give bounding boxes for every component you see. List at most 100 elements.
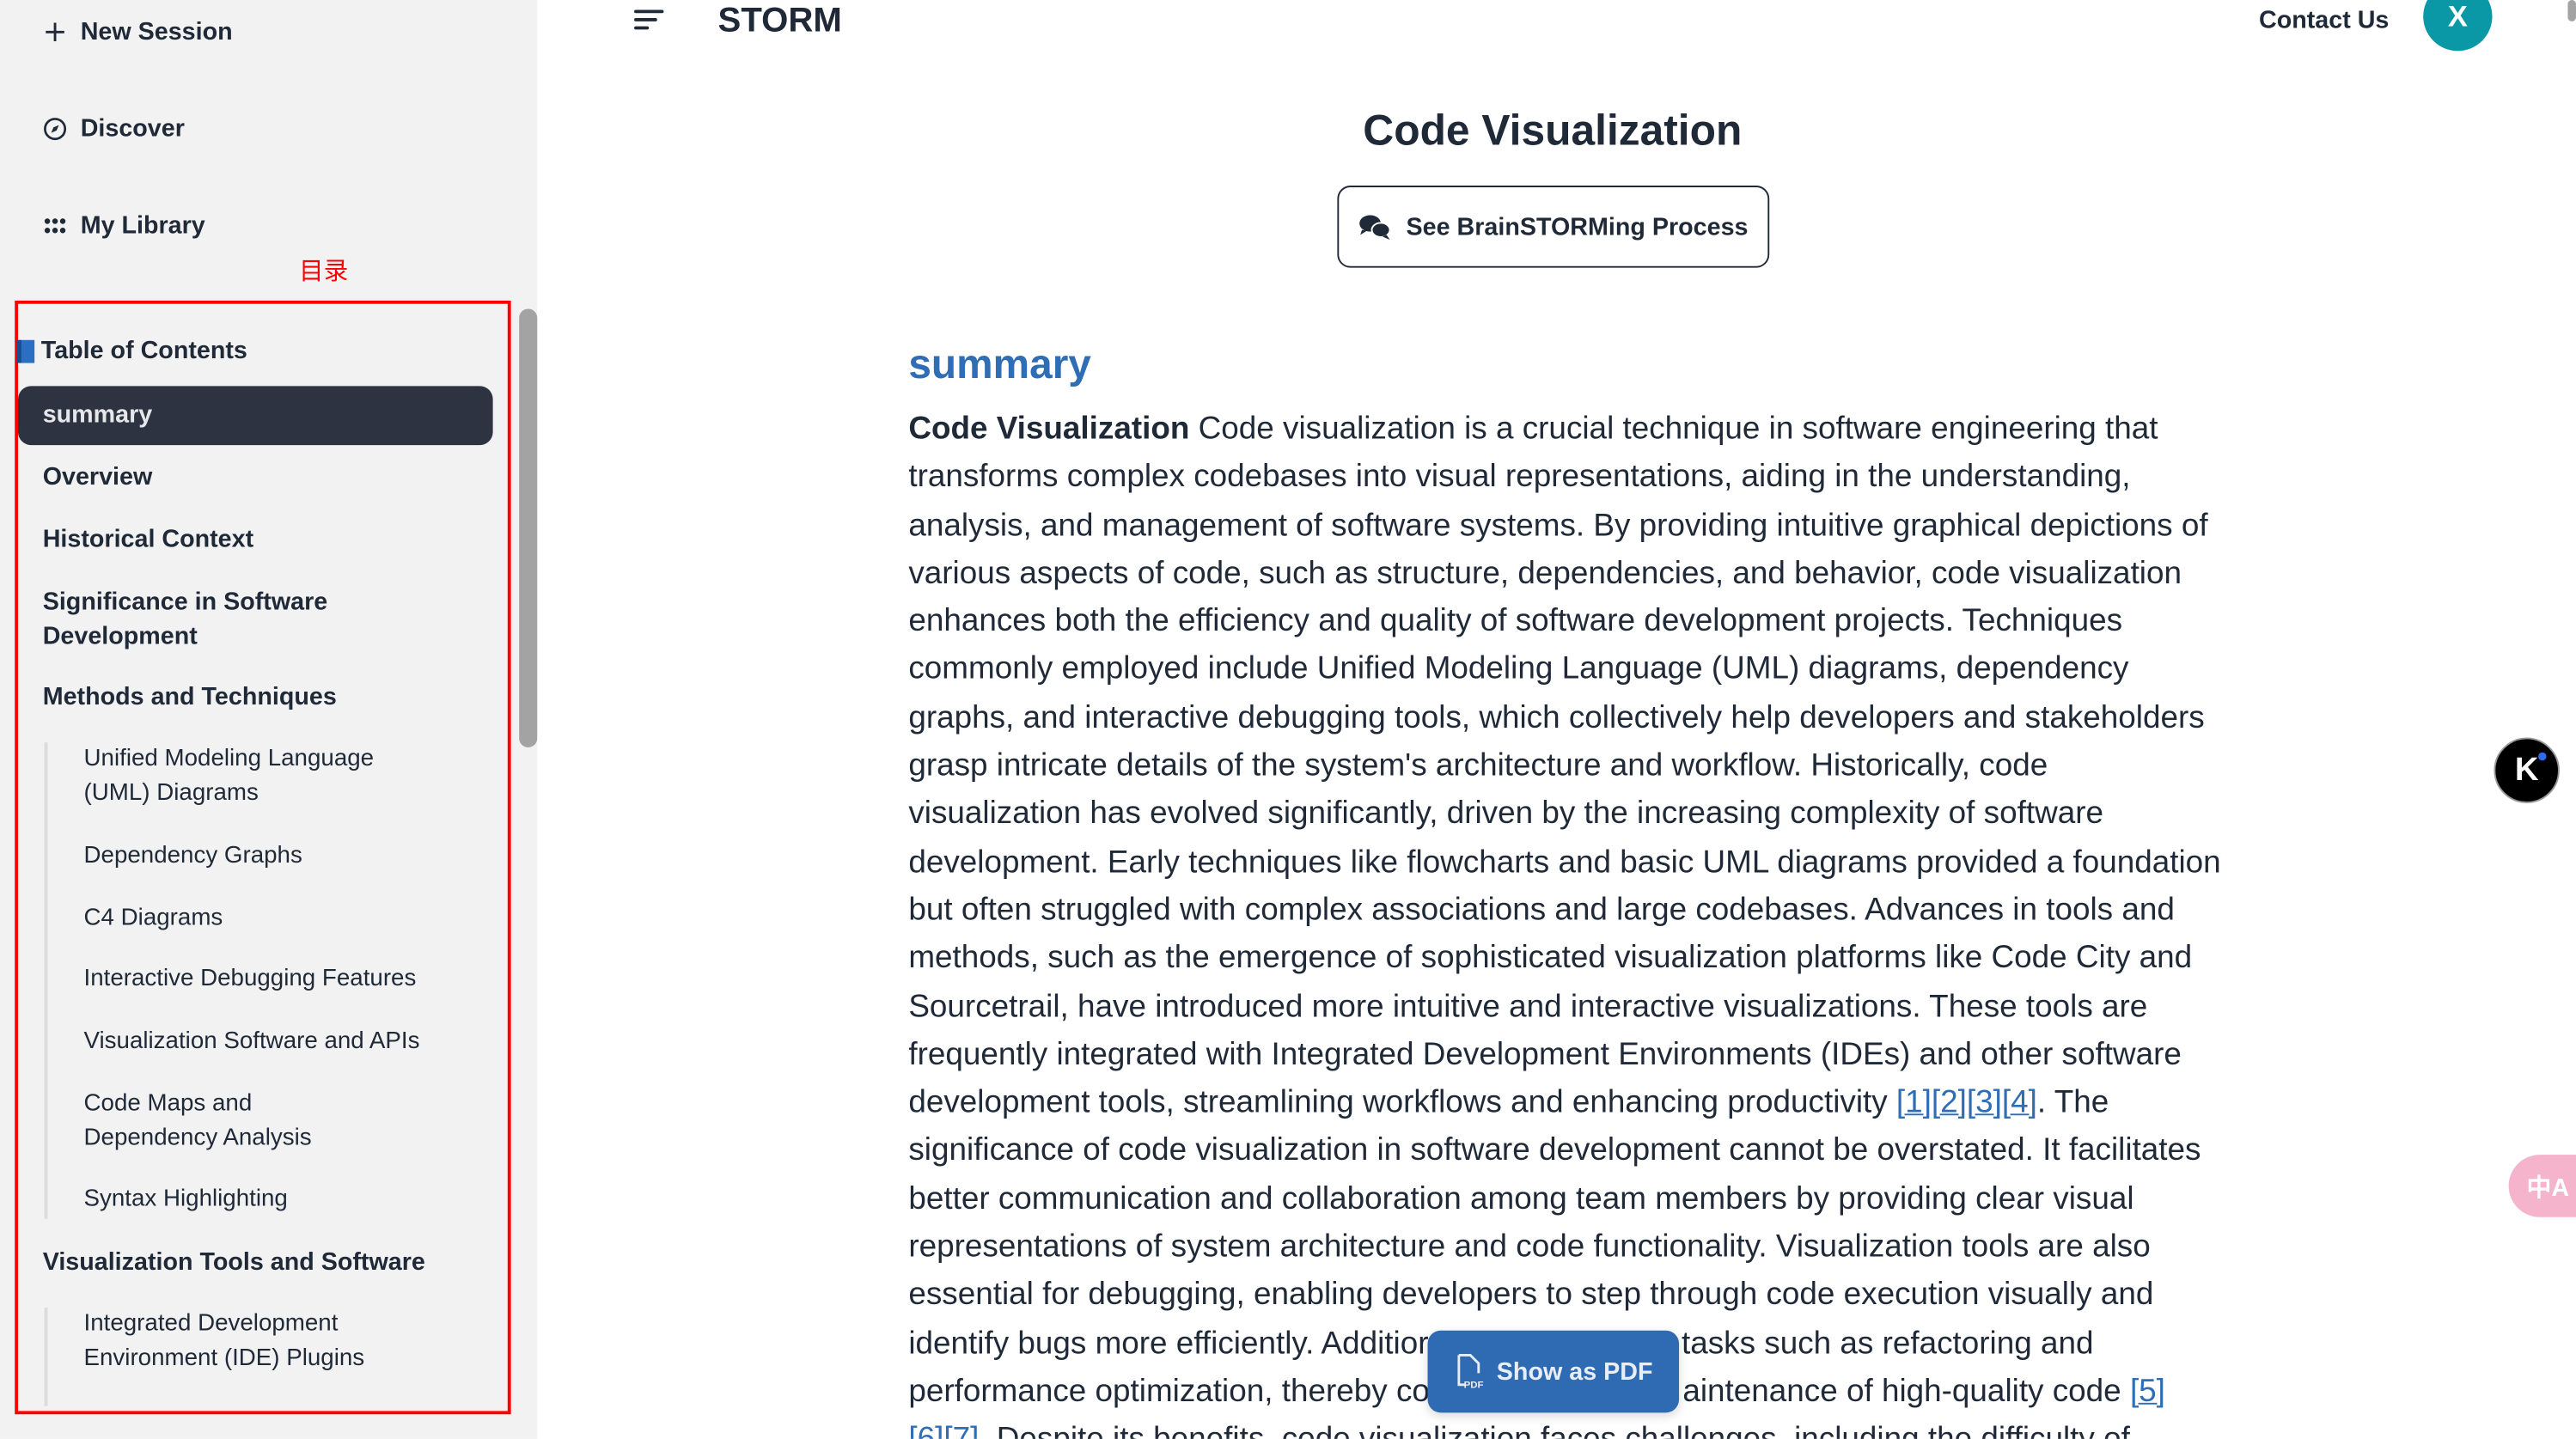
paragraph-line: essential for debugging, enabling develo… <box>908 1272 2220 1320</box>
paragraph-line: Sourcetrail, have introduced more intuit… <box>908 983 2220 1031</box>
toc-annotation: 目录 <box>298 258 349 286</box>
paragraph-text: visualization has evolved significantly,… <box>908 797 2104 832</box>
paragraph-text: Code visualization is a crucial techniqu… <box>1189 412 2158 448</box>
pdf-file-icon: PDF <box>1457 1353 1484 1390</box>
assistant-dot <box>2538 752 2547 761</box>
toc-title-label: Table of Contents <box>40 336 247 365</box>
contact-us-link[interactable]: Contact Us <box>2259 7 2389 35</box>
paragraph-text: development. Early techniques like flowc… <box>908 845 2221 881</box>
paragraph-text: transforms complex codebases into visual… <box>908 460 2131 496</box>
paragraph-text: tasks such as refactoring and <box>1681 1326 2094 1362</box>
toc-item-overview[interactable]: Overview <box>43 460 153 494</box>
paragraph-line: various aspects of code, such as structu… <box>908 550 2220 598</box>
toc-title: Table of Contents <box>16 336 247 365</box>
my-library-button[interactable]: My Library <box>43 211 205 241</box>
paragraph-text: better communication and collaboration a… <box>908 1182 2134 1217</box>
paragraph-text: aintenance of high-quality code <box>1682 1375 2130 1410</box>
paragraph-line: significance of code visualization in so… <box>908 1127 2220 1175</box>
citation-link[interactable]: [1] <box>1896 1086 1932 1120</box>
paragraph-text: development tools, streamlining workflow… <box>908 1086 1896 1121</box>
citation-link[interactable]: [4] <box>2002 1086 2037 1120</box>
new-session-button[interactable]: New Session <box>43 18 233 46</box>
show-as-pdf-button[interactable]: PDF Show as PDF <box>1427 1330 1680 1413</box>
paragraph-line: but often struggled with complex associa… <box>908 887 2220 935</box>
paragraph-line: development tools, streamlining workflow… <box>908 1079 2220 1127</box>
toc-subitem-dependency-graphs[interactable]: Dependency Graphs <box>84 839 302 874</box>
paragraph-line: frequently integrated with Integrated De… <box>908 1031 2220 1079</box>
paragraph-line: [6][7]. Despite its benefits, code visua… <box>908 1417 2220 1439</box>
paragraph-text: methods, such as the emergence of sophis… <box>908 942 2193 977</box>
paragraph-text: . Despite its benefits, code visualizati… <box>979 1423 2130 1439</box>
toc-item-label: summary <box>42 400 153 430</box>
toc-subitem-software-apis[interactable]: Visualization Software and APIs <box>84 1025 420 1059</box>
toc-indent-line <box>44 1307 48 1406</box>
brand-logo[interactable]: STORM <box>718 2 842 41</box>
paragraph-line: development. Early techniques like flowc… <box>908 838 2220 887</box>
paragraph-line: commonly employed include Unified Modeli… <box>908 646 2220 694</box>
paragraph-text: essential for debugging, enabling develo… <box>908 1278 2154 1314</box>
toc-subitem-code-maps[interactable]: Code Maps and Dependency Analysis <box>84 1088 347 1156</box>
page: New Session Discover My Library 目录 Table… <box>0 0 2576 1439</box>
sidebar: New Session Discover My Library 目录 Table… <box>0 0 538 1439</box>
paragraph-text: Sourcetrail, have introduced more intuit… <box>908 990 2148 1025</box>
menu-icon[interactable] <box>634 9 664 35</box>
toc-item-summary[interactable]: summary <box>18 386 493 446</box>
book-icon <box>16 338 35 363</box>
lead-term: Code Visualization <box>908 412 1190 448</box>
pdf-button-label: Show as PDF <box>1496 1357 1653 1386</box>
paragraph-line: methods, such as the emergence of sophis… <box>908 935 2220 983</box>
citation-link[interactable]: [6] <box>908 1423 943 1439</box>
paragraph-line: Code Visualization Code visualization is… <box>908 405 2220 454</box>
assistant-k-icon[interactable]: K <box>2494 737 2560 803</box>
paragraph-line: graphs, and interactive debugging tools,… <box>908 694 2220 742</box>
paragraph-text: various aspects of code, such as structu… <box>908 556 2182 592</box>
citation-link[interactable]: [2] <box>1932 1086 1967 1120</box>
paragraph-line: visualization has evolved significantly,… <box>908 790 2220 838</box>
page-title: Code Visualization <box>1363 105 1743 155</box>
paragraph-text: analysis, and management of software sys… <box>908 508 2208 544</box>
citation-link[interactable]: [5] <box>2130 1375 2165 1409</box>
paragraph-line: representations of system architecture a… <box>908 1224 2220 1272</box>
svg-text:PDF: PDF <box>1464 1381 1484 1390</box>
paragraph-text: commonly employed include Unified Modeli… <box>908 652 2129 688</box>
toc-item-methods[interactable]: Methods and Techniques <box>43 680 337 715</box>
toc-subitem-uml[interactable]: Unified Modeling Language (UML) Diagrams <box>84 742 396 811</box>
paragraph-line: enhances both the efficiency and quality… <box>908 598 2220 646</box>
compass-icon <box>44 118 67 141</box>
paragraph-line: analysis, and management of software sys… <box>908 502 2220 550</box>
chat-bubbles-icon <box>1359 214 1391 240</box>
paragraph-text: performance optimization, thereby co <box>908 1375 1430 1410</box>
paragraph-text: significance of code visualization in so… <box>908 1134 2201 1169</box>
toc-subitem-syntax[interactable]: Syntax Highlighting <box>84 1183 288 1217</box>
toc-subitem-ide-plugins[interactable]: Integrated Development Environment (IDE)… <box>84 1308 396 1376</box>
toc-subitem-c4[interactable]: C4 Diagrams <box>84 902 223 936</box>
citation-link[interactable]: [7] <box>943 1423 979 1439</box>
toc-indent-line <box>44 742 48 1219</box>
paragraph-text: but often struggled with complex associa… <box>908 893 2175 929</box>
new-session-label: New Session <box>80 18 233 46</box>
translate-icon[interactable]: 中A <box>2508 1155 2576 1217</box>
paragraph-text: . The <box>2036 1086 2109 1121</box>
toc-item-historical-context[interactable]: Historical Context <box>43 522 253 557</box>
toc-subitem-debugging[interactable]: Interactive Debugging Features <box>84 962 417 997</box>
brainstorming-button[interactable]: See BrainSTORMing Process <box>1337 186 1770 268</box>
section-heading: summary <box>908 341 1091 388</box>
toc-item-significance[interactable]: Significance in Software Development <box>43 585 355 654</box>
plus-icon <box>46 22 64 42</box>
paragraph-line: grasp intricate details of the system's … <box>908 742 2220 790</box>
paragraph-text: identify bugs more efficiently. Additior <box>908 1326 1429 1362</box>
paragraph-text: representations of system architecture a… <box>908 1230 2151 1265</box>
brainstorming-label: See BrainSTORMing Process <box>1406 212 1749 241</box>
my-library-label: My Library <box>80 211 205 241</box>
discover-label: Discover <box>80 114 185 143</box>
avatar[interactable]: X <box>2423 0 2493 52</box>
paragraph-line: better communication and collaboration a… <box>908 1176 2220 1224</box>
toc-item-viz-tools[interactable]: Visualization Tools and Software <box>43 1245 425 1279</box>
paragraph-text: frequently integrated with Integrated De… <box>908 1038 2182 1073</box>
discover-button[interactable]: Discover <box>43 115 185 143</box>
page-scrollbar[interactable] <box>2567 0 2576 21</box>
sidebar-scrollbar[interactable] <box>519 308 538 747</box>
paragraph-text: enhances both the efficiency and quality… <box>908 604 2123 640</box>
paragraph-line: transforms complex codebases into visual… <box>908 454 2220 502</box>
citation-link[interactable]: [3] <box>1967 1086 2002 1120</box>
